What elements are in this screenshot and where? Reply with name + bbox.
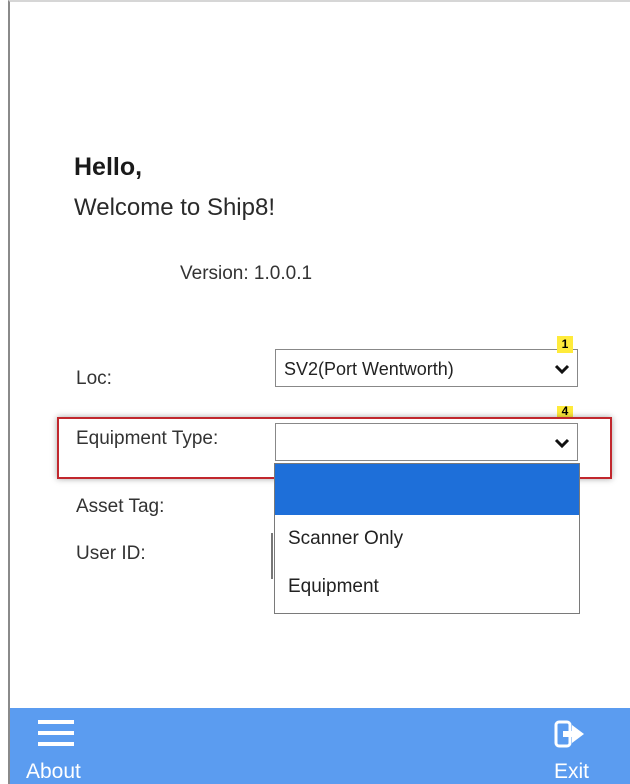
version-text: Version: 1.0.0.1 xyxy=(180,263,313,284)
loc-select[interactable]: SV2(Port Wentworth) xyxy=(275,349,578,387)
app-frame xyxy=(8,0,630,784)
hamburger-menu-icon xyxy=(38,720,74,746)
chevron-down-icon xyxy=(554,364,570,375)
equipment-type-dropdown-list: Scanner Only Equipment xyxy=(274,463,580,614)
step-badge-4: 4 xyxy=(557,406,573,417)
greeting-hello: Hello, xyxy=(74,153,143,181)
dropdown-option-blank[interactable] xyxy=(275,464,579,515)
exit-door-icon xyxy=(554,720,584,748)
dropdown-option-equipment[interactable]: Equipment xyxy=(275,563,579,611)
bottom-nav-bar: About Exit xyxy=(10,708,630,784)
user-id-input-edge[interactable] xyxy=(271,533,273,579)
greeting-welcome: Welcome to Ship8! xyxy=(74,194,275,221)
about-button[interactable]: About xyxy=(26,714,86,783)
exit-button[interactable]: Exit xyxy=(548,714,598,783)
step-badge-1: 1 xyxy=(557,336,573,353)
user-id-label: User ID: xyxy=(76,543,146,564)
asset-tag-label: Asset Tag: xyxy=(76,496,165,517)
about-label: About xyxy=(26,760,81,783)
exit-label: Exit xyxy=(554,760,590,783)
dropdown-option-scanner-only[interactable]: Scanner Only xyxy=(275,515,579,563)
loc-label: Loc: xyxy=(76,368,112,389)
loc-select-value: SV2(Port Wentworth) xyxy=(284,359,454,379)
